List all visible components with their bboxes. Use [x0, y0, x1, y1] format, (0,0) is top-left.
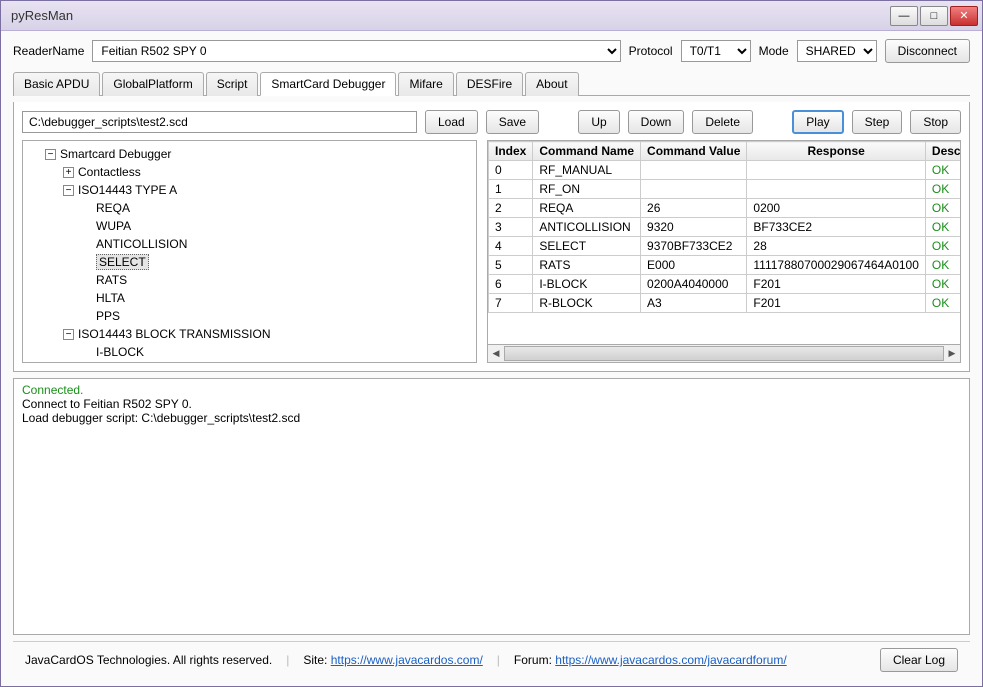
table-row[interactable]: 1RF_ONOK [489, 180, 962, 199]
tab-desfire[interactable]: DESFire [456, 72, 523, 96]
tab-basic-apdu[interactable]: Basic APDU [13, 72, 100, 96]
scroll-right-icon[interactable]: ▶ [944, 345, 960, 362]
forum-label: Forum: [514, 653, 555, 667]
reader-label: ReaderName [13, 44, 84, 58]
command-tree[interactable]: −Smartcard Debugger+Contactless−ISO14443… [22, 140, 477, 363]
script-path-input[interactable] [22, 111, 417, 133]
copyright: JavaCardOS Technologies. All rights rese… [25, 653, 272, 667]
horizontal-scrollbar[interactable]: ◀ ▶ [487, 345, 961, 363]
step-button[interactable]: Step [852, 110, 903, 134]
collapse-icon[interactable]: − [63, 185, 74, 196]
tree-leaf[interactable]: HLTA [96, 291, 125, 305]
split-pane: −Smartcard Debugger+Contactless−ISO14443… [22, 140, 961, 363]
tree-root[interactable]: Smartcard Debugger [60, 147, 171, 161]
tree-node[interactable]: Contactless [78, 165, 141, 179]
tab-smartcard-debugger[interactable]: SmartCard Debugger [260, 72, 396, 96]
tree-leaf[interactable]: ANTICOLLISION [96, 237, 187, 251]
table-row[interactable]: 4SELECT9370BF733CE228OK [489, 237, 962, 256]
table-row[interactable]: 3ANTICOLLISION9320BF733CE2OK [489, 218, 962, 237]
tree-leaf[interactable]: RATS [96, 273, 127, 287]
tab-globalplatform[interactable]: GlobalPlatform [102, 72, 203, 96]
log-line: Load debugger script: C:\debugger_script… [22, 411, 961, 425]
tab-about[interactable]: About [525, 72, 578, 96]
play-button[interactable]: Play [792, 110, 843, 134]
clear-log-button[interactable]: Clear Log [880, 648, 958, 672]
table-row[interactable]: 6I-BLOCK0200A4040000F201OK [489, 275, 962, 294]
collapse-icon[interactable]: − [45, 149, 56, 160]
col-header[interactable]: Descriptio [925, 142, 961, 161]
footer: JavaCardOS Technologies. All rights rese… [13, 641, 970, 678]
load-button[interactable]: Load [425, 110, 478, 134]
forum-link[interactable]: https://www.javacardos.com/javacardforum… [555, 653, 786, 667]
toolbar: Load Save Up Down Delete Play Step Stop [22, 110, 961, 134]
expand-icon[interactable]: + [63, 167, 74, 178]
window-buttons: — □ ✕ [890, 6, 978, 26]
table-row[interactable]: 7R-BLOCKA3F201OK [489, 294, 962, 313]
debugger-panel: Load Save Up Down Delete Play Step Stop … [13, 102, 970, 372]
close-button[interactable]: ✕ [950, 6, 978, 26]
collapse-icon[interactable]: − [63, 329, 74, 340]
minimize-button[interactable]: — [890, 6, 918, 26]
table-row[interactable]: 2REQA260200OK [489, 199, 962, 218]
mode-label: Mode [759, 44, 789, 58]
maximize-button[interactable]: □ [920, 6, 948, 26]
protocol-select[interactable]: T0/T1 [681, 40, 751, 62]
stop-button[interactable]: Stop [910, 110, 961, 134]
window-title: pyResMan [11, 8, 890, 23]
tree-node[interactable]: ISO14443 BLOCK TRANSMISSION [78, 327, 271, 341]
command-table[interactable]: IndexCommand NameCommand ValueResponseDe… [487, 140, 961, 345]
scroll-left-icon[interactable]: ◀ [488, 345, 504, 362]
command-table-wrap: IndexCommand NameCommand ValueResponseDe… [487, 140, 961, 363]
save-button[interactable]: Save [486, 110, 539, 134]
table-row[interactable]: 5RATSE00011117880700029067464A0100OK [489, 256, 962, 275]
tree-leaf[interactable]: SELECT [96, 254, 149, 270]
tree-leaf[interactable]: REQA [96, 201, 130, 215]
tab-mifare[interactable]: Mifare [398, 72, 453, 96]
tree-leaf[interactable]: WUPA [96, 219, 131, 233]
site-label: Site: [303, 653, 330, 667]
app-window: pyResMan — □ ✕ ReaderName Feitian R502 S… [0, 0, 983, 687]
down-button[interactable]: Down [628, 110, 685, 134]
col-header[interactable]: Command Value [641, 142, 747, 161]
tab-bar: Basic APDUGlobalPlatformScriptSmartCard … [13, 71, 970, 96]
scroll-thumb[interactable] [504, 346, 944, 361]
table-row[interactable]: 0RF_MANUALOK [489, 161, 962, 180]
content: ReaderName Feitian R502 SPY 0 Protocol T… [1, 31, 982, 686]
log-line: Connect to Feitian R502 SPY 0. [22, 397, 961, 411]
delete-button[interactable]: Delete [692, 110, 753, 134]
tree-leaf[interactable]: I-BLOCK [96, 345, 144, 359]
site-link[interactable]: https://www.javacardos.com/ [331, 653, 483, 667]
col-header[interactable]: Index [489, 142, 533, 161]
tree-node[interactable]: ISO14443 TYPE A [78, 183, 177, 197]
connection-row: ReaderName Feitian R502 SPY 0 Protocol T… [13, 39, 970, 63]
tree-leaf[interactable]: PPS [96, 309, 120, 323]
col-header[interactable]: Command Name [533, 142, 641, 161]
log-line: Connected. [22, 383, 961, 397]
mode-select[interactable]: SHARED [797, 40, 877, 62]
tab-script[interactable]: Script [206, 72, 259, 96]
protocol-label: Protocol [629, 44, 673, 58]
up-button[interactable]: Up [578, 110, 619, 134]
titlebar: pyResMan — □ ✕ [1, 1, 982, 31]
col-header[interactable]: Response [747, 142, 926, 161]
log-panel[interactable]: Connected.Connect to Feitian R502 SPY 0.… [13, 378, 970, 635]
reader-select[interactable]: Feitian R502 SPY 0 [92, 40, 620, 62]
disconnect-button[interactable]: Disconnect [885, 39, 970, 63]
